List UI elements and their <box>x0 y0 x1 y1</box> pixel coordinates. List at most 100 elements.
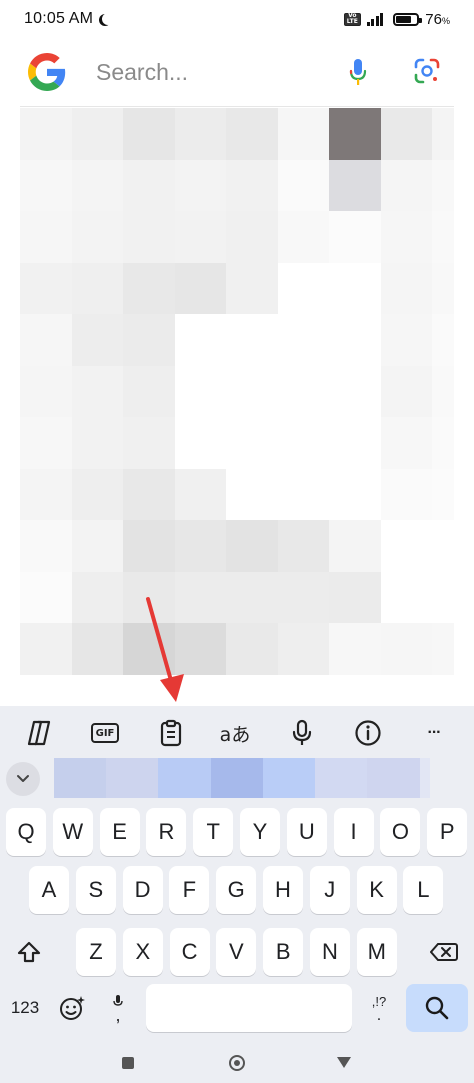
blur-cell <box>71 365 123 417</box>
collapse-keyboard-button[interactable] <box>6 762 40 796</box>
blur-cell <box>277 417 329 469</box>
blur-cell <box>277 623 329 675</box>
key-s[interactable]: S <box>75 866 116 914</box>
shift-key[interactable] <box>6 928 52 976</box>
key-q[interactable]: Q <box>6 808 46 856</box>
shift-icon <box>17 941 41 963</box>
blur-cell <box>226 314 278 366</box>
key-a[interactable]: A <box>29 866 69 914</box>
key-l[interactable]: L <box>403 866 444 914</box>
do-not-disturb-icon <box>102 13 114 25</box>
key-z[interactable]: Z <box>76 928 116 976</box>
key-y[interactable]: Y <box>240 808 280 856</box>
blur-cell <box>277 520 329 572</box>
blur-cell <box>432 417 454 469</box>
info-icon[interactable] <box>351 716 385 750</box>
google-lens-icon[interactable] <box>414 58 440 84</box>
key-o[interactable]: O <box>380 808 421 856</box>
blur-cell <box>20 211 72 263</box>
blur-cell <box>329 468 381 520</box>
blurred-suggestions[interactable] <box>54 758 430 798</box>
key-n[interactable]: N <box>310 928 350 976</box>
blur-cell <box>174 365 226 417</box>
translate-icon[interactable]: aあ <box>218 716 252 750</box>
key-f[interactable]: F <box>169 866 210 914</box>
blur-cell <box>277 262 329 314</box>
blur-cell <box>432 571 454 623</box>
blur-cell <box>123 211 175 263</box>
blur-cell <box>123 520 175 572</box>
blur-cell <box>71 571 123 623</box>
blur-cell <box>277 159 329 211</box>
battery-icon <box>393 12 423 26</box>
key-r[interactable]: R <box>146 808 187 856</box>
screen: 10:05 AM Vo LTE 76% Search... GIF aあ ···… <box>0 0 474 1083</box>
punctuation-key[interactable]: ,!? . <box>360 984 398 1032</box>
blur-cell <box>174 108 226 160</box>
key-e[interactable]: E <box>99 808 140 856</box>
key-h[interactable]: H <box>263 866 303 914</box>
blur-cell <box>380 211 432 263</box>
key-j[interactable]: J <box>309 866 350 914</box>
volte-icon: Vo LTE <box>343 12 361 26</box>
space-key[interactable] <box>146 984 352 1032</box>
key-w[interactable]: W <box>52 808 93 856</box>
key-v[interactable]: V <box>216 928 257 976</box>
backspace-key[interactable] <box>420 928 468 976</box>
blur-cell <box>226 520 278 572</box>
keyboard-mic-icon[interactable] <box>285 716 319 750</box>
blur-cell <box>20 262 72 314</box>
key-k[interactable]: K <box>356 866 397 914</box>
key-t[interactable]: T <box>193 808 234 856</box>
blur-cell <box>20 159 72 211</box>
blur-cell <box>432 623 454 675</box>
keyboard-toolbar: GIF aあ ··· <box>0 706 474 756</box>
comma-label: , <box>115 1005 121 1025</box>
blur-cell <box>123 159 175 211</box>
blur-cell <box>329 314 381 366</box>
more-icon[interactable]: ··· <box>417 716 451 750</box>
blur-cell <box>226 417 278 469</box>
key-p[interactable]: P <box>427 808 468 856</box>
blur-cell <box>329 571 381 623</box>
blur-cell <box>20 108 72 160</box>
blur-cell <box>71 468 123 520</box>
comma-mic-key[interactable]: , <box>98 984 138 1032</box>
mic-icon[interactable] <box>348 57 368 87</box>
key-b[interactable]: B <box>263 928 304 976</box>
blur-cell <box>123 468 175 520</box>
signal-icon <box>366 12 384 26</box>
blur-cell <box>432 108 454 160</box>
numbers-key[interactable]: 123 <box>4 984 46 1032</box>
back-button[interactable] <box>337 1057 351 1068</box>
search-key[interactable] <box>406 984 468 1032</box>
search-input[interactable] <box>96 52 326 92</box>
blur-cell <box>71 623 123 675</box>
key-c[interactable]: C <box>169 928 210 976</box>
blur-cell <box>432 314 454 366</box>
blur-cell <box>380 108 432 160</box>
recents-button[interactable] <box>122 1057 134 1069</box>
blur-cell <box>174 520 226 572</box>
key-d[interactable]: D <box>122 866 163 914</box>
key-g[interactable]: G <box>216 866 257 914</box>
blur-cell <box>71 262 123 314</box>
clipboard-icon[interactable] <box>154 716 188 750</box>
blur-cell <box>380 468 432 520</box>
key-i[interactable]: I <box>333 808 374 856</box>
key-x[interactable]: X <box>122 928 163 976</box>
blur-cell <box>123 262 175 314</box>
blur-cell <box>226 159 278 211</box>
blur-cell <box>71 108 123 160</box>
gif-icon[interactable]: GIF <box>88 716 122 750</box>
home-button[interactable] <box>229 1055 245 1071</box>
emoji-key[interactable] <box>52 984 92 1032</box>
copilot-icon[interactable] <box>22 716 56 750</box>
key-m[interactable]: M <box>356 928 397 976</box>
google-g-logo <box>28 53 66 91</box>
keyboard: GIF aあ ··· Q W E R T Y U I O P A S D F G… <box>0 706 474 1083</box>
key-u[interactable]: U <box>286 808 327 856</box>
blur-cell <box>432 365 454 417</box>
search-bar[interactable] <box>20 44 454 100</box>
blur-cell <box>329 520 381 572</box>
